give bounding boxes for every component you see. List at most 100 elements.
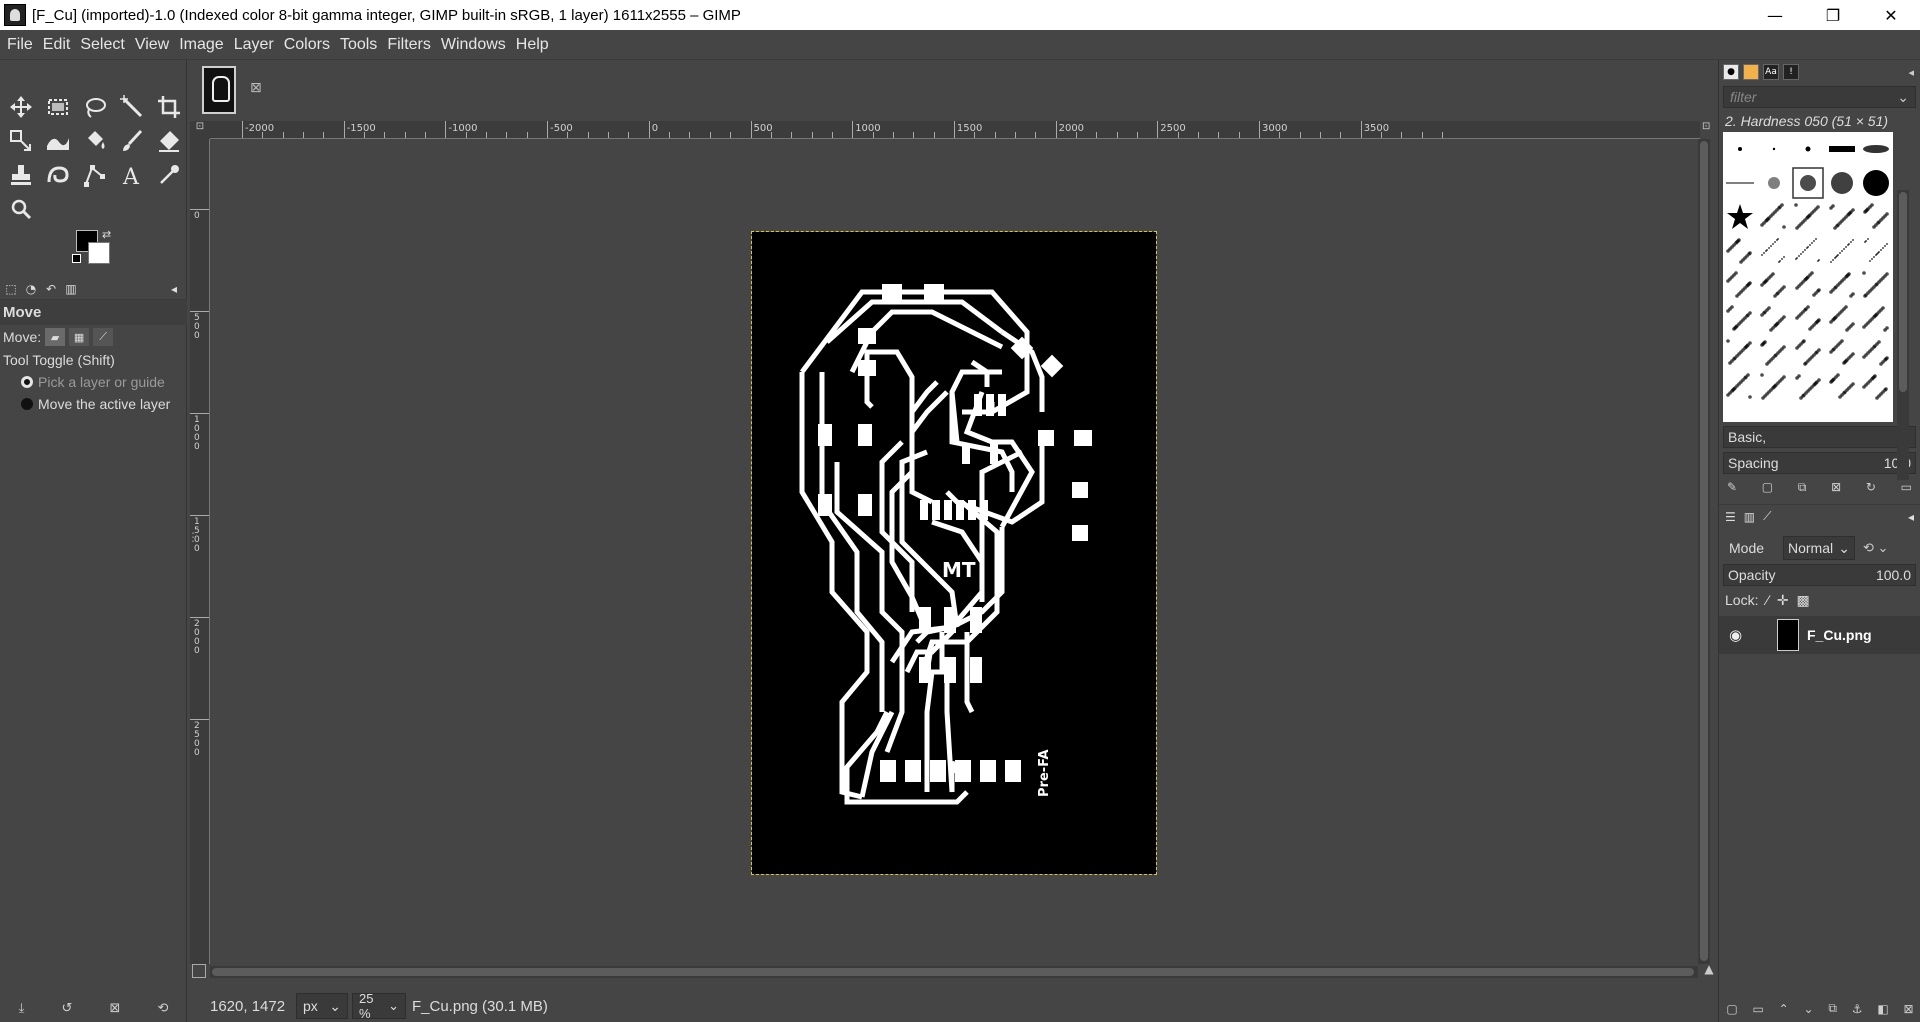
dock-menu-icon[interactable]: ◂ — [167, 282, 181, 296]
zoom-icon[interactable] — [2, 192, 39, 226]
brush-preview[interactable] — [1757, 268, 1791, 302]
brush-grid[interactable] — [1723, 132, 1893, 422]
brush-preview[interactable] — [1825, 166, 1859, 200]
new-layer-icon[interactable]: ▢ — [1726, 1002, 1737, 1016]
brush-preview[interactable] — [1825, 234, 1859, 268]
vertical-scrollbar[interactable] — [1698, 139, 1710, 964]
move-tool-icon[interactable] — [2, 90, 39, 124]
reset-colors-icon[interactable] — [72, 254, 81, 263]
brush-filter-input[interactable]: filter ⌄ — [1723, 86, 1916, 108]
brush-preview[interactable] — [1859, 370, 1893, 404]
bucket-fill-icon[interactable] — [76, 124, 113, 158]
transform-icon[interactable] — [2, 124, 39, 158]
brush-preview[interactable] — [1859, 200, 1893, 234]
brush-preview[interactable] — [1757, 200, 1791, 234]
brush-preview[interactable] — [1757, 370, 1791, 404]
brush-preview[interactable] — [1791, 132, 1825, 166]
brush-preview[interactable] — [1825, 302, 1859, 336]
eraser-icon[interactable] — [150, 124, 187, 158]
crop-icon[interactable] — [150, 90, 187, 124]
move-path-mode-icon[interactable]: ⟋ — [93, 328, 114, 346]
device-status-tab-icon[interactable]: ◔ — [24, 282, 38, 296]
document-history-tab-icon[interactable]: ! — [1783, 64, 1799, 80]
brush-preview[interactable] — [1791, 166, 1825, 200]
dock-menu-icon[interactable]: ◂ — [1908, 66, 1914, 79]
clone-stamp-icon[interactable] — [2, 158, 39, 192]
brush-preview[interactable] — [1859, 132, 1893, 166]
brush-preview[interactable] — [1825, 336, 1859, 370]
minimize-button[interactable]: — — [1746, 0, 1804, 30]
brush-preview[interactable] — [1723, 234, 1757, 268]
refresh-brushes-icon[interactable]: ↻ — [1866, 480, 1876, 494]
brush-preview[interactable] — [1791, 268, 1825, 302]
brush-preview[interactable] — [1723, 336, 1757, 370]
menu-select[interactable]: Select — [75, 36, 129, 54]
radio-move-active-layer[interactable]: Move the active layer — [0, 393, 187, 415]
horizontal-scrollbar[interactable] — [210, 966, 1698, 978]
paths-icon[interactable] — [76, 158, 113, 192]
brush-preview[interactable] — [1791, 200, 1825, 234]
paths-tab-icon[interactable]: ⟋ — [1763, 509, 1771, 524]
brush-preview[interactable] — [1723, 200, 1757, 234]
delete-layer-icon[interactable]: ⊠ — [1903, 1002, 1913, 1016]
brush-preview[interactable] — [1859, 234, 1893, 268]
warp-icon[interactable] — [39, 124, 76, 158]
brush-preview[interactable] — [1757, 166, 1791, 200]
brush-preview[interactable] — [1723, 132, 1757, 166]
brush-scrollbar[interactable] — [1897, 190, 1909, 480]
restore-options-icon[interactable]: ↺ — [61, 1001, 72, 1016]
brush-preview[interactable] — [1723, 302, 1757, 336]
brush-preview[interactable] — [1791, 234, 1825, 268]
patterns-tab-icon[interactable] — [1743, 64, 1759, 80]
menu-help[interactable]: Help — [511, 36, 554, 54]
brush-preview[interactable] — [1757, 302, 1791, 336]
brush-preview[interactable] — [1723, 268, 1757, 302]
undo-history-tab-icon[interactable]: ↶ — [44, 282, 58, 296]
images-tab-icon[interactable]: ▥ — [64, 282, 78, 296]
color-picker-icon[interactable] — [150, 158, 187, 192]
anchor-layer-icon[interactable]: ⚓ — [1852, 1002, 1863, 1016]
visibility-eye-icon[interactable]: ◉ — [1729, 626, 1751, 644]
image-canvas[interactable]: MT Pre-FA — [751, 231, 1157, 875]
layers-tab-icon[interactable]: ☰ — [1725, 510, 1736, 524]
brush-preview[interactable] — [1825, 370, 1859, 404]
radio-pick-layer[interactable]: Pick a layer or guide — [0, 371, 187, 393]
delete-options-icon[interactable]: ⊠ — [109, 1001, 120, 1016]
channels-tab-icon[interactable]: ▥ — [1744, 510, 1755, 524]
rect-select-icon[interactable] — [39, 90, 76, 124]
brush-spacing-spinner[interactable]: Spacing10.0 — [1723, 452, 1916, 474]
brush-preview[interactable] — [1757, 132, 1791, 166]
layer-mode-select[interactable]: Normal ⌄ — [1783, 536, 1855, 560]
raise-layer-icon[interactable]: ⌃ — [1779, 1002, 1789, 1016]
dock-menu-icon[interactable]: ◂ — [1908, 510, 1914, 524]
brush-preview[interactable] — [1859, 302, 1893, 336]
image-tab-thumbnail[interactable] — [202, 66, 236, 114]
layer-opacity-spinner[interactable]: Opacity 100.0 — [1723, 564, 1916, 586]
menu-view[interactable]: View — [130, 36, 174, 54]
dock-sash-handle[interactable]: ⋮ — [187, 530, 199, 544]
quick-mask-toggle[interactable] — [192, 964, 206, 978]
menu-edit[interactable]: Edit — [38, 36, 76, 54]
add-mask-icon[interactable]: ◧ — [1877, 1002, 1888, 1016]
menu-tools[interactable]: Tools — [335, 36, 382, 54]
menu-windows[interactable]: Windows — [436, 36, 511, 54]
brush-preview[interactable] — [1825, 132, 1859, 166]
brush-preview[interactable] — [1825, 268, 1859, 302]
duplicate-brush-icon[interactable]: ⧉ — [1798, 480, 1807, 495]
image-tab-close-icon[interactable]: ⊠ — [250, 80, 262, 96]
background-color[interactable] — [88, 242, 110, 264]
zoom-selector[interactable]: 25 % ⌄ — [352, 991, 406, 1021]
brush-preview[interactable] — [1791, 370, 1825, 404]
brush-preview[interactable] — [1825, 200, 1859, 234]
composite-mode-icon[interactable]: ⟲ ⌄ — [1863, 540, 1888, 556]
brush-preview[interactable] — [1859, 336, 1893, 370]
fonts-tab-icon[interactable]: Aa — [1763, 64, 1779, 80]
lock-pixels-icon[interactable]: ∕ — [1766, 592, 1768, 608]
layer-row[interactable]: ◉ F_Cu.png — [1719, 616, 1920, 654]
brush-preview[interactable] — [1757, 336, 1791, 370]
magic-wand-icon[interactable] — [113, 90, 150, 124]
canvas-area[interactable]: ⊡ -2000 -1500 -1000 -500 0 500 1000 1500 2000 250… — [190, 118, 1718, 990]
smudge-icon[interactable] — [39, 158, 76, 192]
new-layer-group-icon[interactable]: ▭ — [1753, 1002, 1764, 1016]
brush-preview[interactable] — [1723, 166, 1757, 200]
